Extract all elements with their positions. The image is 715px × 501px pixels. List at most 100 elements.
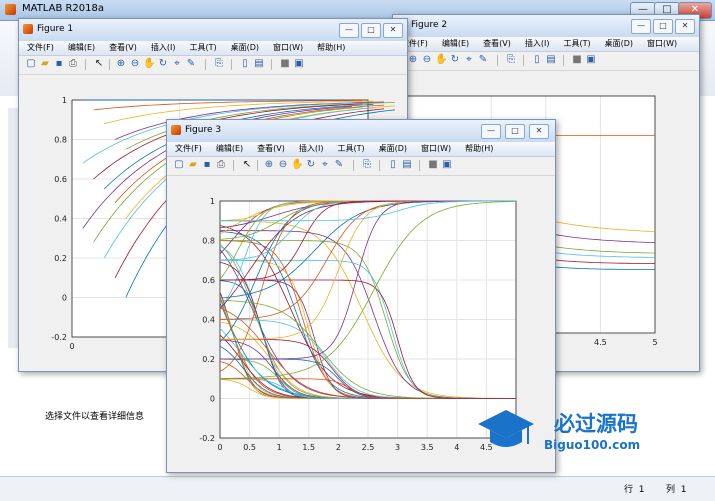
x-tick-label: 1.5: [302, 443, 315, 452]
menu-help[interactable]: 帮助(H): [317, 41, 345, 55]
legend-icon[interactable]: ▤: [545, 54, 557, 66]
hide-tools-icon[interactable]: ■: [571, 54, 583, 66]
toolbar-separator: [85, 59, 86, 70]
figure-title: Figure 3: [185, 125, 222, 135]
menu-file[interactable]: 文件(F): [175, 142, 202, 156]
menu-edit[interactable]: 编辑(E): [68, 41, 95, 55]
y-tick-label: -0.2: [51, 333, 67, 342]
toolbar-separator: [233, 160, 234, 171]
rotate-3d-icon[interactable]: ↻: [449, 54, 461, 66]
toolbar-separator: [205, 59, 206, 70]
figure-titlebar[interactable]: Figure 1 — □ ✕: [19, 19, 407, 42]
menu-edit[interactable]: 编辑(E): [442, 37, 469, 51]
colorbar-icon[interactable]: ▯: [239, 58, 251, 70]
link-plot-icon[interactable]: ⎘: [505, 54, 517, 66]
rotate-3d-icon[interactable]: ↻: [157, 58, 169, 70]
menu-tools[interactable]: 工具(T): [189, 41, 216, 55]
menu-help[interactable]: 帮助(H): [465, 142, 493, 156]
pointer-icon[interactable]: ↖: [93, 58, 105, 70]
print-icon[interactable]: ⎙: [215, 159, 227, 171]
close-button[interactable]: ✕: [529, 124, 549, 139]
save-icon[interactable]: ▪: [53, 58, 65, 70]
data-cursor-icon[interactable]: ⌖: [319, 159, 331, 171]
status-row-label: 行: [624, 485, 634, 495]
legend-icon[interactable]: ▤: [401, 159, 413, 171]
colorbar-icon[interactable]: ▯: [387, 159, 399, 171]
status-row-value: 1: [638, 485, 645, 495]
open-file-icon[interactable]: ▰: [187, 159, 199, 171]
close-button[interactable]: ✕: [675, 19, 695, 34]
zoom-in-icon[interactable]: ⊕: [115, 58, 127, 70]
rotate-3d-icon[interactable]: ↻: [305, 159, 317, 171]
pan-hand-icon[interactable]: ✋: [435, 54, 447, 66]
x-tick-label: 5: [652, 338, 657, 347]
menu-tools[interactable]: 工具(T): [563, 37, 590, 51]
minimize-button[interactable]: —: [481, 124, 501, 139]
brush-icon[interactable]: ✎: [185, 58, 197, 70]
menu-window[interactable]: 窗口(W): [421, 142, 451, 156]
toolbar-separator: [353, 160, 354, 171]
menu-desktop[interactable]: 桌面(D): [605, 37, 633, 51]
menu-view[interactable]: 查看(V): [109, 41, 137, 55]
x-tick-label: 0: [217, 443, 222, 452]
y-tick-label: 0.6: [54, 175, 67, 184]
zoom-out-icon[interactable]: ⊖: [129, 58, 141, 70]
status-col-indicator: 列 1: [666, 482, 686, 495]
y-tick-label: -0.2: [199, 434, 215, 443]
colorbar-icon[interactable]: ▯: [531, 54, 543, 66]
maximize-button[interactable]: □: [653, 19, 673, 34]
new-figure-icon[interactable]: ▢: [25, 58, 37, 70]
hide-tools-icon[interactable]: ■: [279, 58, 291, 70]
minimize-button[interactable]: —: [339, 23, 359, 38]
link-plot-icon[interactable]: ⎘: [213, 58, 225, 70]
pan-hand-icon[interactable]: ✋: [291, 159, 303, 171]
menu-insert[interactable]: 插入(I): [299, 142, 324, 156]
brush-icon[interactable]: ✎: [333, 159, 345, 171]
hide-tools-icon[interactable]: ■: [427, 159, 439, 171]
watermark-logo: 必过源码 Biguo100.com: [476, 406, 676, 462]
graduation-cap-icon: [478, 410, 534, 447]
zoom-out-icon[interactable]: ⊖: [421, 54, 433, 66]
data-cursor-icon[interactable]: ⌖: [171, 58, 183, 70]
toolbar-separator: [563, 55, 564, 66]
file-details-placeholder: 选择文件以查看详细信息: [45, 412, 145, 422]
watermark-url: Biguo100.com: [544, 438, 641, 452]
toolbar-separator: [497, 55, 498, 66]
menu-insert[interactable]: 插入(I): [151, 41, 176, 55]
maximize-button[interactable]: □: [505, 124, 525, 139]
open-file-icon[interactable]: ▰: [39, 58, 51, 70]
y-tick-label: 0.8: [54, 136, 67, 145]
matlab-logo-icon: [5, 4, 16, 15]
menu-desktop[interactable]: 桌面(D): [231, 41, 259, 55]
menu-desktop[interactable]: 桌面(D): [379, 142, 407, 156]
print-icon[interactable]: ⎙: [67, 58, 79, 70]
save-icon[interactable]: ▪: [201, 159, 213, 171]
pointer-icon[interactable]: ↖: [241, 159, 253, 171]
pan-hand-icon[interactable]: ✋: [143, 58, 155, 70]
menu-edit[interactable]: 编辑(E): [216, 142, 243, 156]
figure-titlebar[interactable]: Figure 2 — □ ✕: [393, 15, 699, 38]
menu-window[interactable]: 窗口(W): [273, 41, 303, 55]
new-figure-icon[interactable]: ▢: [173, 159, 185, 171]
menu-file[interactable]: 文件(F): [27, 41, 54, 55]
maximize-button[interactable]: □: [361, 23, 381, 38]
show-tools-icon[interactable]: ▣: [585, 54, 597, 66]
menu-view[interactable]: 查看(V): [483, 37, 511, 51]
minimize-button[interactable]: —: [631, 19, 651, 34]
figure-titlebar[interactable]: Figure 3 — □ ✕: [167, 120, 555, 143]
zoom-out-icon[interactable]: ⊖: [277, 159, 289, 171]
brush-icon[interactable]: ✎: [477, 54, 489, 66]
menu-view[interactable]: 查看(V): [257, 142, 285, 156]
zoom-in-icon[interactable]: ⊕: [407, 54, 419, 66]
close-button[interactable]: ✕: [383, 23, 403, 38]
zoom-in-icon[interactable]: ⊕: [263, 159, 275, 171]
show-tools-icon[interactable]: ▣: [441, 159, 453, 171]
menu-window[interactable]: 窗口(W): [647, 37, 677, 51]
legend-icon[interactable]: ▤: [253, 58, 265, 70]
show-tools-icon[interactable]: ▣: [293, 58, 305, 70]
data-cursor-icon[interactable]: ⌖: [463, 54, 475, 66]
link-plot-icon[interactable]: ⎘: [361, 159, 373, 171]
status-col-value: 1: [680, 485, 687, 495]
menu-insert[interactable]: 插入(I): [525, 37, 550, 51]
menu-tools[interactable]: 工具(T): [337, 142, 364, 156]
